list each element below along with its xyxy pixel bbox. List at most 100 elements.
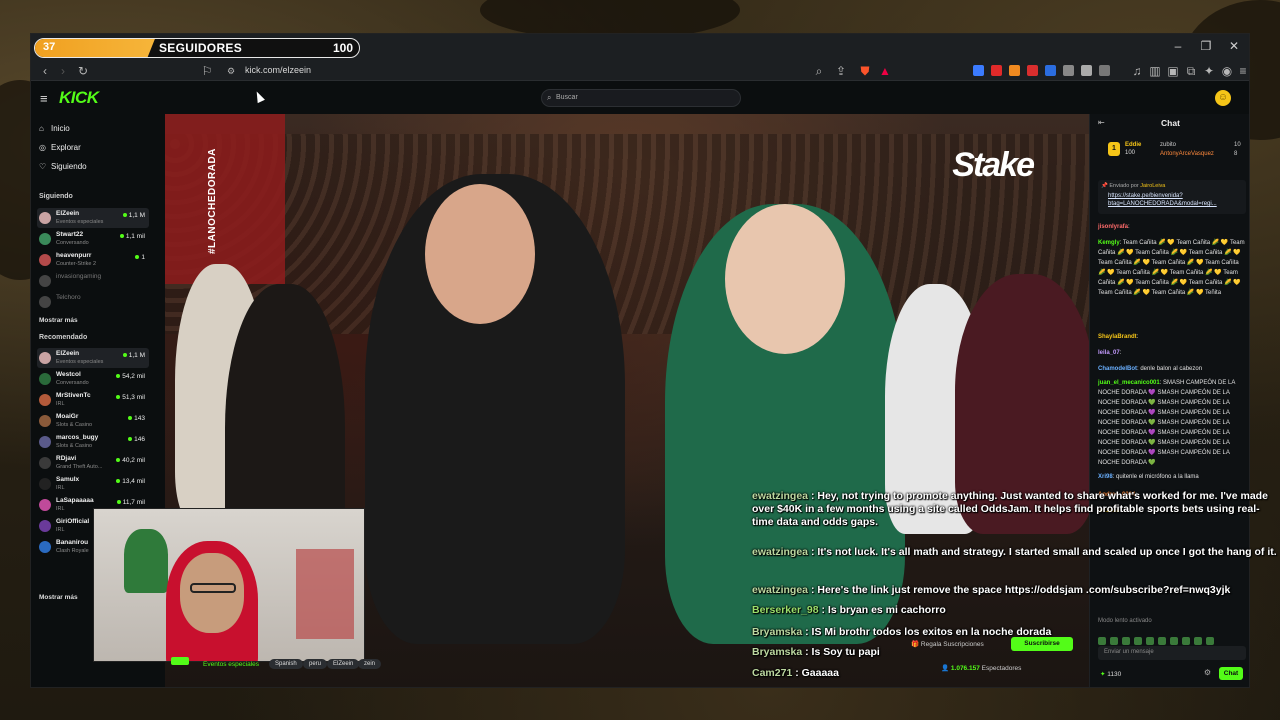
channel-name: LaSapaaaaa: [56, 497, 94, 504]
channel-category: Grand Theft Auto...: [56, 464, 103, 470]
extension-icon[interactable]: [1081, 65, 1092, 76]
pinned-label-text: Enviado por: [1109, 183, 1139, 189]
sidebar-channel[interactable]: invasiongaming: [37, 271, 149, 291]
wallet-icon[interactable]: ▣: [1165, 63, 1181, 79]
leaderboard-name: AntonyArceVasquez: [1160, 151, 1214, 157]
stream-tag[interactable]: Spanish: [269, 659, 303, 669]
chat-message: ShaylaBrandt:: [1098, 332, 1246, 342]
viewer-count: 40,2 mil: [122, 457, 145, 464]
stream-tag[interactable]: peru: [303, 659, 328, 669]
nav-inicio[interactable]: ⌂ Inicio: [39, 124, 70, 133]
chat-message: juan_el_mecanico001: SMASH CAMPEÓN DE LA…: [1098, 378, 1246, 468]
pinned-author: JairoLeiva: [1140, 183, 1166, 189]
overlay-chat-message: Cam271 : Gaaaaa: [752, 667, 1280, 680]
minimize-icon[interactable]: –: [1169, 39, 1187, 53]
channel-category: Conversando: [56, 240, 89, 246]
sidebar-channel[interactable]: RDjavi Grand Theft Auto... 40,2 mil: [37, 453, 149, 473]
brave-shield-icon[interactable]: ⛊: [857, 63, 873, 79]
address-bar[interactable]: kick.com/elzeein: [245, 65, 311, 75]
kick-logo[interactable]: KICK: [59, 88, 99, 108]
channel-name: Telchoro: [56, 294, 81, 301]
sidebar-channel[interactable]: Telchoro: [37, 292, 149, 312]
channel-name: Bananirou: [56, 539, 89, 546]
viewer-count: 1: [141, 254, 145, 261]
channel-viewers: 146: [128, 436, 145, 443]
channel-avatar: [39, 254, 51, 266]
chat-username[interactable]: jisonlyrafa: [1098, 224, 1128, 230]
nav-explorar[interactable]: ◎ Explorar: [39, 143, 81, 152]
chat-username[interactable]: juan_el_mecanico001: [1098, 380, 1160, 386]
chat-username[interactable]: ChamodelBot: [1098, 366, 1137, 372]
extension-icon[interactable]: [991, 65, 1002, 76]
chat-text: quitenle el micrófono a la llama: [1116, 474, 1199, 480]
extension-icon[interactable]: [1009, 65, 1020, 76]
viewer-count: 1,1 M: [128, 212, 145, 219]
channel-viewers: 11,7 mil: [116, 499, 145, 506]
sidebar-channel[interactable]: ElZeein Eventos especiales 1,1 M: [37, 348, 149, 368]
gift-leader-badge: 1: [1108, 142, 1120, 156]
hamburger-menu-icon[interactable]: ≡: [40, 91, 48, 106]
search-input[interactable]: ⌕ Buscar: [541, 89, 741, 107]
reload-icon[interactable]: ↻: [75, 63, 91, 79]
site-header: ≡ KICK ⌕ Buscar ☺: [31, 82, 1249, 114]
extension-icon[interactable]: [973, 65, 984, 76]
video-hashtag: #LANOCHEDORADA: [207, 148, 218, 254]
site-settings-icon[interactable]: ⚙: [223, 63, 239, 79]
sidebar-channel[interactable]: heavenpurr Counter-Strike 2 1: [37, 250, 149, 270]
stream-tag[interactable]: ElZeein: [327, 659, 360, 669]
show-more-following[interactable]: Mostrar más: [39, 317, 78, 324]
stream-tag[interactable]: zein: [358, 659, 382, 669]
user-avatar-icon[interactable]: ☺: [1215, 90, 1231, 106]
bookmark-icon[interactable]: ⚐: [199, 63, 215, 79]
live-badge: [171, 657, 189, 665]
extension-icon[interactable]: [1099, 65, 1110, 76]
nav-label: Explorar: [51, 143, 81, 152]
channel-avatar: [39, 415, 51, 427]
sidebar-channel[interactable]: Stwart22 Conversando 1,1 mil: [37, 229, 149, 249]
extension-icon[interactable]: [1027, 65, 1038, 76]
channel-avatar: [39, 499, 51, 511]
sidebar-channel[interactable]: ElZeein Eventos especiales 1,1 M: [37, 208, 149, 228]
chat-username[interactable]: Kemgly: [1098, 240, 1120, 246]
tabs-icon[interactable]: ⧉: [1183, 63, 1199, 79]
viewer-count: 1,1 mil: [125, 233, 145, 240]
sidebar-channel[interactable]: MrStivenTc IRL 51,3 mil: [37, 390, 149, 410]
nav-label: Inicio: [51, 124, 70, 133]
media-icon[interactable]: ♫: [1129, 63, 1145, 79]
chat-username[interactable]: leila_07: [1098, 350, 1120, 356]
restore-icon[interactable]: ❐: [1197, 39, 1215, 53]
sidebar-channel[interactable]: Samulx IRL 13,4 mil: [37, 474, 149, 494]
viewer-count: 51,3 mil: [122, 394, 145, 401]
extension-icon[interactable]: [1045, 65, 1056, 76]
sidebar-channel[interactable]: MoaiGr Slots & Casino 143: [37, 411, 149, 431]
sidebar-channel[interactable]: Westcol Conversando 54,2 mil: [37, 369, 149, 389]
extension-icon[interactable]: [1063, 65, 1074, 76]
channel-category: Counter-Strike 2: [56, 261, 97, 267]
sidebar-channel[interactable]: marcos_bugy Slots & Casino 146: [37, 432, 149, 452]
sidebar-icon[interactable]: ▥: [1147, 63, 1163, 79]
overlay-chat-message: ewatzingea : Here's the link just remove…: [752, 584, 1280, 597]
share-icon[interactable]: ⇪: [833, 63, 849, 79]
back-icon[interactable]: ‹: [37, 63, 53, 79]
chat-separator: :: [1119, 350, 1122, 356]
chat-message: leila_07:: [1098, 348, 1246, 358]
rewards-icon[interactable]: ▲: [877, 63, 893, 79]
zoom-icon[interactable]: ⌕: [811, 63, 827, 79]
menu-icon[interactable]: ≡: [1235, 63, 1249, 79]
leo-icon[interactable]: ✦: [1201, 63, 1217, 79]
chat-username[interactable]: Xri98: [1098, 474, 1113, 480]
leaderboard-name: Eddie: [1125, 142, 1142, 148]
pinned-message[interactable]: 📌 Enviado por JairoLeiva https://stake.p…: [1098, 180, 1246, 214]
stream-category[interactable]: Eventos especiales: [203, 661, 259, 668]
video-face: [425, 184, 535, 324]
overlay-chat-text: : Is Soy tu papi: [805, 646, 880, 658]
nav-siguiendo[interactable]: ♡ Siguiendo: [39, 162, 87, 171]
show-more-recommended[interactable]: Mostrar más: [39, 594, 78, 601]
channel-category: IRL: [56, 506, 65, 512]
close-icon[interactable]: ✕: [1225, 39, 1243, 53]
chat-username[interactable]: ShaylaBrandt: [1098, 334, 1137, 340]
forward-icon[interactable]: ›: [55, 63, 71, 79]
vpn-icon[interactable]: ◉: [1219, 63, 1235, 79]
pinned-link[interactable]: https://stake.pe/bienvenida?btag=LANOCHE…: [1108, 192, 1242, 208]
viewer-count: 1,1 M: [128, 352, 145, 359]
